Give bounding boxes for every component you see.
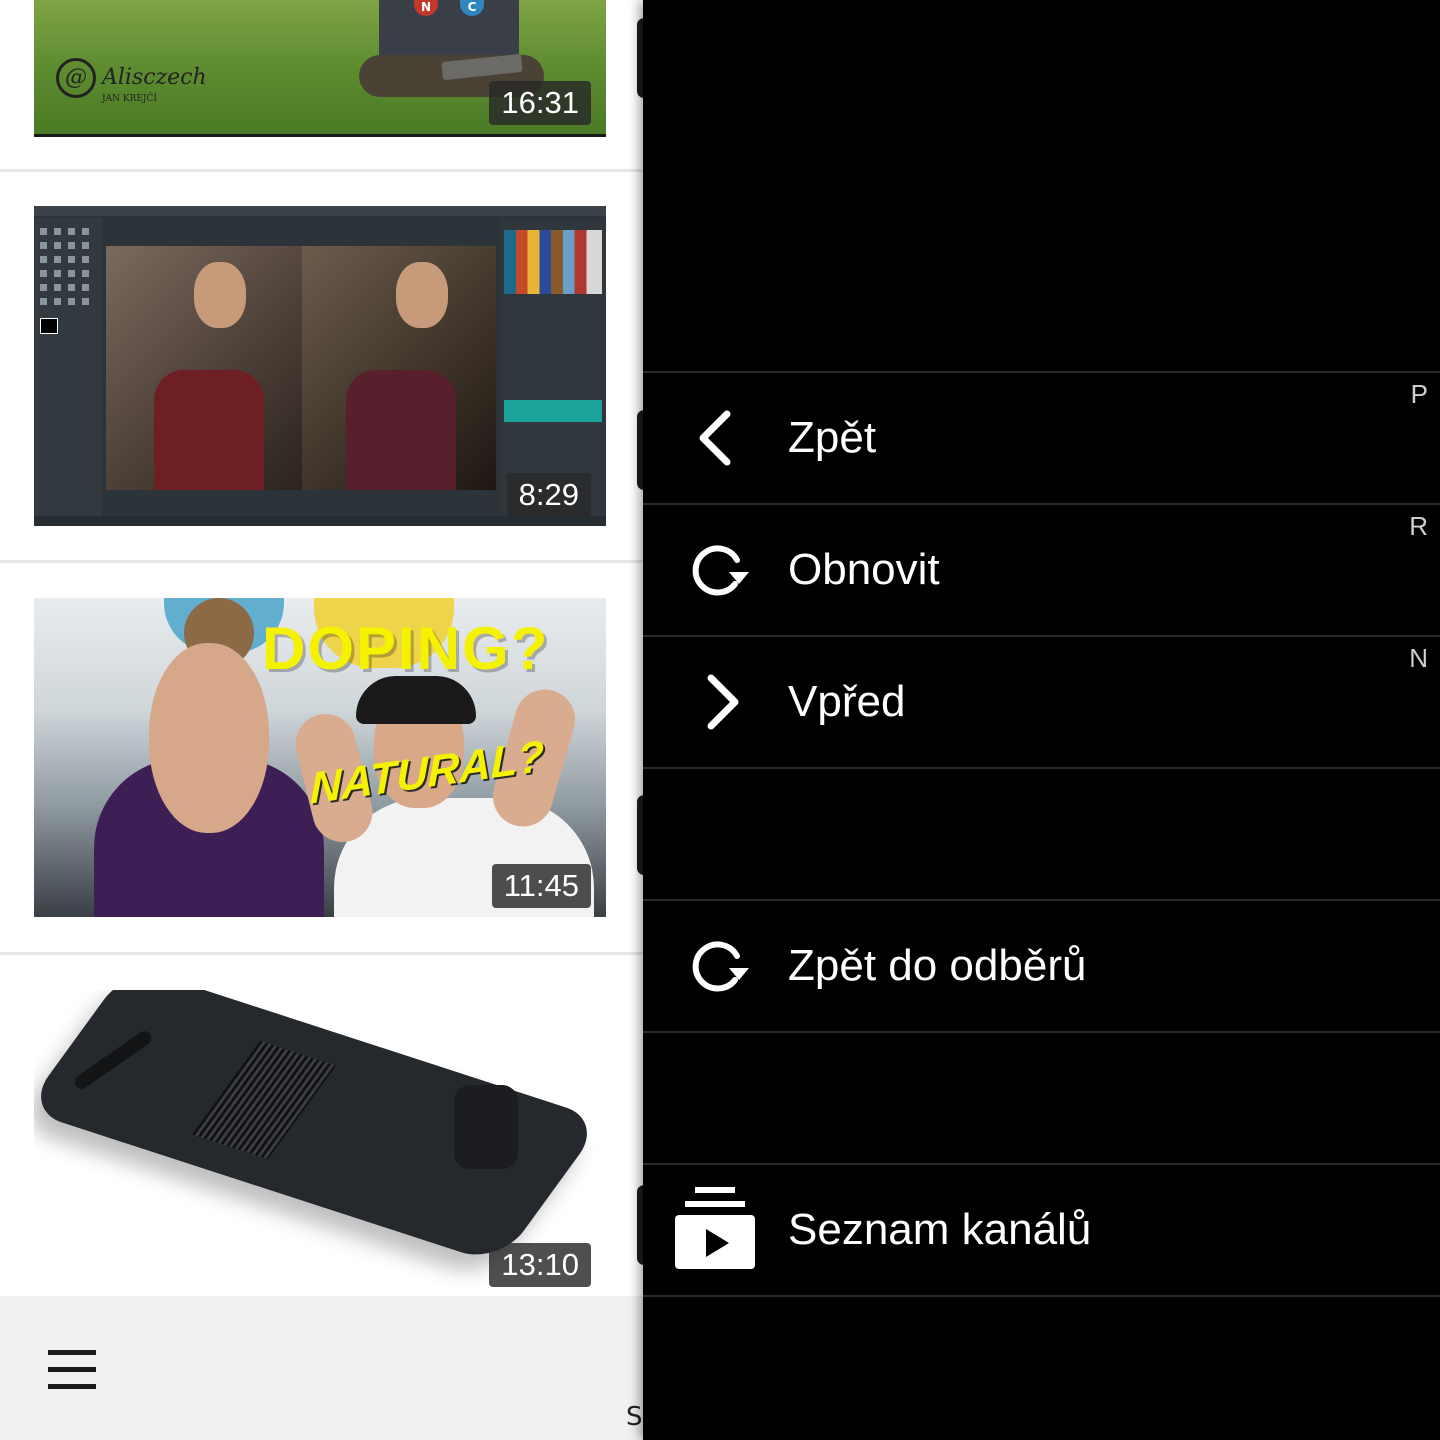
- video-duration: 13:10: [489, 1243, 591, 1287]
- video-duration: 16:31: [489, 81, 591, 125]
- shortcut-key: R: [1409, 511, 1428, 541]
- subscriptions-icon: [675, 1187, 755, 1269]
- drawer-item-refresh[interactable]: Obnovit R: [643, 505, 1440, 635]
- drawer-item-back-to-subscriptions[interactable]: Zpět do odběrů: [643, 901, 1440, 1031]
- drawer-item-back[interactable]: Zpět P: [643, 373, 1440, 503]
- drawer-item-label: Obnovit: [788, 545, 940, 594]
- shortcut-key: N: [1409, 643, 1428, 673]
- brush-swatches: [504, 230, 602, 294]
- chevron-right-icon: [707, 674, 739, 730]
- video-duration: 11:45: [491, 864, 591, 908]
- video-thumbnail-1[interactable]: N C @ Alisczech JAN KREJČÍ 16:31: [34, 0, 606, 137]
- video-feed: N C @ Alisczech JAN KREJČÍ 16:31 8:29 DO…: [0, 0, 643, 1296]
- drawer-item-label: Vpřed: [788, 677, 906, 726]
- layer-row: [504, 400, 602, 422]
- navigation-drawer: Zpět P Obnovit R Vpřed N Zpět do odběrů: [643, 0, 1440, 1440]
- feed-divider: [0, 169, 643, 172]
- bottom-partial-text: S: [626, 1402, 643, 1432]
- shortcut-key: P: [1410, 379, 1428, 409]
- channel-logo: @ Alisczech JAN KREJČÍ: [56, 58, 207, 104]
- drawer-item-label: Zpět: [788, 413, 877, 462]
- drawer-item-label: Zpět do odběrů: [788, 941, 1087, 990]
- chevron-left-icon: [699, 410, 731, 466]
- video-thumbnail-2[interactable]: 8:29: [34, 206, 606, 526]
- refresh-icon: [692, 941, 749, 992]
- drawer-item-label: Seznam kanálů: [788, 1205, 1092, 1254]
- hamburger-menu-icon[interactable]: [48, 1350, 96, 1390]
- video-duration: 8:29: [506, 473, 591, 517]
- feed-divider: [0, 560, 643, 563]
- editor-canvas: [106, 246, 496, 490]
- refresh-icon: [692, 545, 749, 596]
- video-thumbnail-3[interactable]: DOPING? NATURAL? 11:45: [34, 598, 606, 917]
- video-thumbnail-4[interactable]: 13:10: [34, 990, 606, 1296]
- product-dock: [34, 990, 605, 1265]
- bottom-bar: [0, 1296, 643, 1440]
- feed-divider: [0, 952, 643, 955]
- editor-toolbox: [34, 218, 102, 518]
- drawer-item-channel-list[interactable]: Seznam kanálů: [643, 1165, 1440, 1295]
- drawer-item-forward[interactable]: Vpřed N: [643, 637, 1440, 767]
- thumbnail-headline: DOPING?: [262, 615, 550, 682]
